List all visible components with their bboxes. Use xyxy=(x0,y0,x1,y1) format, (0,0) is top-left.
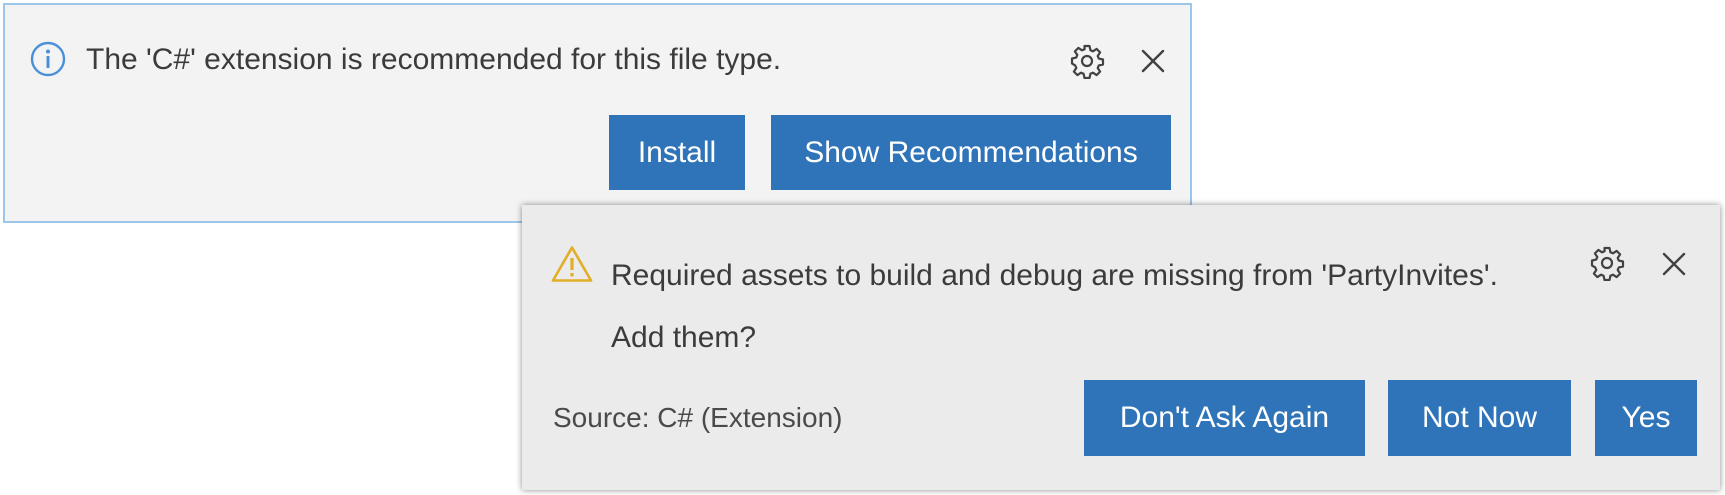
install-button[interactable]: Install xyxy=(609,115,745,190)
info-icon xyxy=(30,41,66,77)
warning-icon xyxy=(551,246,593,282)
show-recommendations-button[interactable]: Show Recommendations xyxy=(771,115,1171,190)
close-icon[interactable] xyxy=(1661,251,1687,277)
dont-ask-again-button[interactable]: Don't Ask Again xyxy=(1084,380,1365,456)
missing-assets-notification: Required assets to build and debug are m… xyxy=(522,205,1720,490)
notification-message: Required assets to build and debug are m… xyxy=(611,259,1498,354)
notification-source: Source: C# (Extension) xyxy=(553,402,843,433)
yes-button[interactable]: Yes xyxy=(1595,380,1697,456)
extension-recommendation-notification: The 'C#' extension is recommended for th… xyxy=(3,3,1192,223)
close-icon[interactable] xyxy=(1140,48,1166,74)
not-now-button[interactable]: Not Now xyxy=(1388,380,1571,456)
notification-message: The 'C#' extension is recommended for th… xyxy=(86,43,782,76)
gear-icon[interactable] xyxy=(1589,245,1625,281)
gear-icon[interactable] xyxy=(1069,43,1105,79)
